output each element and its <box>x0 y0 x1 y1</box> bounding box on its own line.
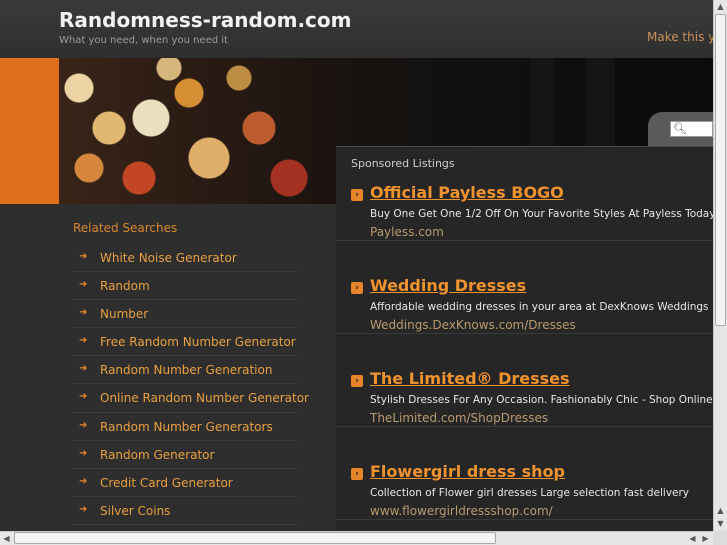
scrollbar-corner <box>713 531 727 545</box>
list-item[interactable]: ➜ Random Number Generation <box>73 356 298 385</box>
chevron-right-icon: › <box>351 189 363 201</box>
site-title[interactable]: Randomness-random.com <box>59 8 351 32</box>
arrow-right-icon: ➜ <box>79 475 88 487</box>
listing-title-link[interactable]: Wedding Dresses <box>370 276 526 295</box>
site-tagline: What you need, when you need it <box>59 35 228 46</box>
scroll-up-arrow-icon[interactable]: ▲ <box>714 504 727 517</box>
arrow-right-icon: ➜ <box>79 419 88 431</box>
list-item[interactable]: ➜ Random Number Generators <box>73 413 298 441</box>
arrow-right-icon: ➜ <box>79 279 88 291</box>
list-item[interactable]: ➜ Credit Card Generator <box>73 469 298 497</box>
sponsored-listings-panel: Sponsored Listings › Official Payless BO… <box>336 146 713 532</box>
related-link[interactable]: Credit Card Generator <box>100 476 233 490</box>
listing-description: Affordable wedding dresses in your area … <box>370 301 709 313</box>
related-link[interactable]: White Noise Generator <box>100 251 237 265</box>
sponsored-listing: › Flowergirl dress shop Collection of Fl… <box>336 426 713 520</box>
listing-title-link[interactable]: The Limited® Dresses <box>370 369 570 388</box>
related-link[interactable]: Random <box>100 279 150 293</box>
scroll-right-arrow-icon[interactable]: ▶ <box>699 532 712 545</box>
related-link[interactable]: Random Generator <box>100 448 214 462</box>
listing-url-link[interactable]: www.flowergirldressshop.com/ <box>370 504 553 518</box>
listing-description: Stylish Dresses For Any Occasion. Fashio… <box>370 394 713 406</box>
arrow-right-icon: ➜ <box>79 307 88 319</box>
list-item[interactable]: ➜ Random <box>73 272 298 301</box>
related-link[interactable]: Free Random Number Generator <box>100 335 296 349</box>
sponsored-listing: › Wedding Dresses Affordable wedding dre… <box>336 240 713 334</box>
scroll-down-arrow-icon[interactable]: ▼ <box>714 517 727 530</box>
list-item[interactable]: ➜ Free Random Number Generator <box>73 328 298 357</box>
list-item[interactable]: ➜ Silver Coins <box>73 497 298 525</box>
scroll-left-arrow-icon[interactable]: ◀ <box>686 532 699 545</box>
scroll-up-arrow-icon[interactable]: ▲ <box>714 0 727 13</box>
make-homepage-link[interactable]: Make this your <box>647 30 713 44</box>
sponsored-listing: › The Limited® Dresses Stylish Dresses F… <box>336 333 713 427</box>
listing-url-link[interactable]: TheLimited.com/ShopDresses <box>370 411 548 425</box>
arrow-right-icon: ➜ <box>79 251 88 262</box>
list-item[interactable]: ➜ Number <box>73 300 298 329</box>
banner-accent-block <box>0 58 59 204</box>
related-link[interactable]: Random Number Generation <box>100 363 272 377</box>
site-header: Randomness-random.com What you need, whe… <box>0 0 713 58</box>
scroll-left-arrow-icon[interactable]: ◀ <box>0 532 13 545</box>
related-searches-list: ➜ White Noise Generator ➜ Random ➜ Number ➜… <box>73 244 309 525</box>
related-link[interactable]: Silver Coins <box>100 504 170 518</box>
related-searches-title: Related Searches <box>73 221 178 235</box>
listing-title-link[interactable]: Flowergirl dress shop <box>370 462 565 481</box>
arrow-right-icon: ➜ <box>79 391 88 403</box>
horizontal-scrollbar-thumb[interactable] <box>14 532 496 544</box>
arrow-right-icon: ➜ <box>79 503 88 515</box>
listing-title-link[interactable]: Official Payless BOGO <box>370 183 564 202</box>
chevron-right-icon: › <box>351 282 363 294</box>
listing-url-link[interactable]: Weddings.DexKnows.com/Dresses <box>370 318 576 332</box>
sponsored-listing: › Official Payless BOGO Buy One Get One … <box>336 147 713 241</box>
arrow-right-icon: ➜ <box>79 363 88 375</box>
vertical-scrollbar-thumb[interactable] <box>715 14 726 326</box>
arrow-right-icon: ➜ <box>79 447 88 459</box>
list-item[interactable]: ➜ Random Generator <box>73 441 298 469</box>
list-item[interactable]: ➜ Online Random Number Generator <box>73 384 309 413</box>
related-link[interactable]: Random Number Generators <box>100 420 273 434</box>
related-link[interactable]: Online Random Number Generator <box>100 391 309 405</box>
search-icon[interactable]: 🔍︎ <box>673 122 687 135</box>
chevron-right-icon: › <box>351 468 363 480</box>
chevron-right-icon: › <box>351 375 363 387</box>
listing-description: Collection of Flower girl dresses Large … <box>370 487 690 499</box>
arrow-right-icon: ➜ <box>79 335 88 347</box>
listing-description: Buy One Get One 1/2 Off On Your Favorite… <box>370 208 713 220</box>
listing-url-link[interactable]: Payless.com <box>370 225 444 239</box>
list-item[interactable]: ➜ White Noise Generator <box>73 244 298 273</box>
related-link[interactable]: Number <box>100 307 148 321</box>
